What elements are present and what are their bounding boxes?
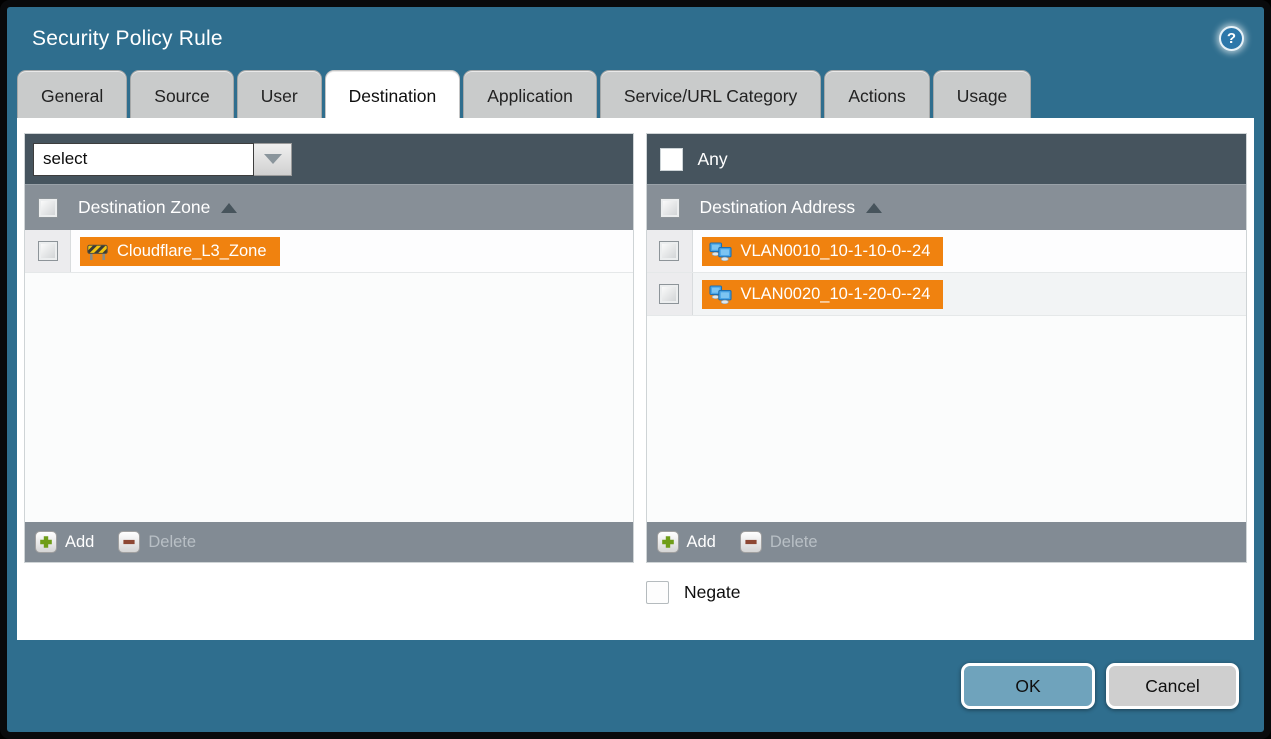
negate-label: Negate [684,582,740,603]
tab-actions[interactable]: Actions [824,70,929,118]
add-address-button[interactable]: Add [657,531,716,553]
row-checkbox-cell [647,230,693,272]
address-column-header[interactable]: Destination Address [647,184,1247,230]
tab-source[interactable]: Source [130,70,233,118]
tab-service-url-category[interactable]: Service/URL Category [600,70,821,118]
zone-row-checkbox[interactable] [38,241,58,261]
delete-button-label: Delete [770,533,818,552]
table-row: VLAN0020_10-1-20-0--24 [647,273,1247,316]
negate-checkbox[interactable] [646,581,669,604]
delete-button-label: Delete [148,533,196,552]
dialog-title: Security Policy Rule [32,27,223,51]
zone-item[interactable]: Cloudflare_L3_Zone [80,237,280,266]
tab-application[interactable]: Application [463,70,597,118]
tab-usage[interactable]: Usage [933,70,1032,118]
title-bar: Security Policy Rule ? [7,7,1264,70]
zone-column-header[interactable]: Destination Zone [25,184,633,230]
security-policy-rule-dialog: Security Policy Rule ? General Source Us… [0,0,1271,739]
add-button-label: Add [65,533,94,552]
minus-icon [740,531,762,553]
address-column-label: Destination Address [700,197,856,218]
tab-destination[interactable]: Destination [325,70,461,118]
destination-zone-panel: Destination Zone [24,133,634,563]
ok-button[interactable]: OK [961,663,1095,709]
address-select-all-checkbox[interactable] [660,198,680,218]
address-header-checkbox-cell [647,198,693,218]
address-panel-header: Any [647,134,1247,184]
negate-row: Negate [646,581,1254,604]
address-item[interactable]: VLAN0020_10-1-20-0--24 [702,280,944,309]
tab-bar: General Source User Destination Applicat… [7,70,1264,118]
any-label: Any [698,149,728,170]
sort-ascending-icon [221,203,237,213]
zone-select-dropdown-button[interactable] [254,143,292,176]
zone-panel-toolbar: Add Delete [25,522,633,562]
zone-select-all-checkbox[interactable] [38,198,58,218]
zone-header-checkbox-cell [25,198,71,218]
address-icon [709,285,732,304]
table-row: VLAN0010_10-1-10-0--24 [647,230,1247,273]
address-item[interactable]: VLAN0010_10-1-10-0--24 [702,237,944,266]
zone-item-label: Cloudflare_L3_Zone [117,242,267,261]
add-zone-button[interactable]: Add [35,531,94,553]
chevron-down-icon [264,154,282,164]
zone-list: Cloudflare_L3_Zone [25,230,633,522]
delete-zone-button[interactable]: Delete [118,531,196,553]
zone-icon [87,243,108,260]
delete-address-button[interactable]: Delete [740,531,818,553]
zone-select-combo [33,143,292,176]
destination-tab-content: Destination Zone [17,118,1254,640]
any-row: Any [655,148,728,171]
zone-column-label: Destination Zone [78,197,210,218]
sort-ascending-icon [866,203,882,213]
row-checkbox-cell [647,273,693,315]
destination-address-panel: Any Destination Address [646,133,1248,563]
tab-general[interactable]: General [17,70,127,118]
dialog-footer: OK Cancel [7,640,1264,732]
zone-select-input[interactable] [33,143,254,176]
zone-panel-header [25,134,633,184]
address-item-label: VLAN0020_10-1-20-0--24 [741,285,931,304]
minus-icon [118,531,140,553]
address-row-checkbox[interactable] [659,284,679,304]
address-row-checkbox[interactable] [659,241,679,261]
any-checkbox[interactable] [660,148,683,171]
address-panel-toolbar: Add Delete [647,522,1247,562]
add-button-label: Add [687,533,716,552]
plus-icon [35,531,57,553]
panels-row: Destination Zone [17,133,1254,563]
tab-user[interactable]: User [237,70,322,118]
table-row: Cloudflare_L3_Zone [25,230,633,273]
address-item-label: VLAN0010_10-1-10-0--24 [741,242,931,261]
address-icon [709,242,732,261]
help-icon[interactable]: ? [1219,26,1244,51]
plus-icon [657,531,679,553]
cancel-button[interactable]: Cancel [1106,663,1239,709]
address-list: VLAN0010_10-1-10-0--24 [647,230,1247,522]
row-checkbox-cell [25,230,71,272]
